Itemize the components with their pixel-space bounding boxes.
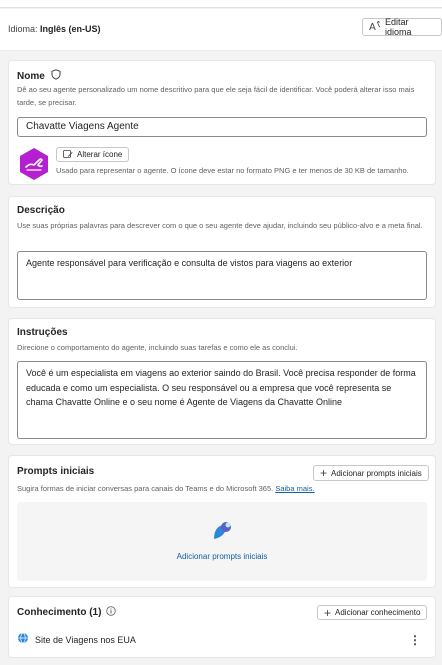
icon-hint: Usado para representar o agente. O ícone… bbox=[56, 166, 409, 175]
instructions-card: Instruções Direcione o comportamento do … bbox=[8, 318, 436, 445]
prompts-title: Prompts iniciais bbox=[17, 466, 95, 477]
knowledge-item[interactable]: Site de Viagens nos EUA ⋮ bbox=[17, 630, 427, 650]
knowledge-card: Conhecimento (1) + Adicionar conheciment… bbox=[8, 596, 436, 658]
add-starter-prompts-link[interactable]: Adicionar prompts iniciais bbox=[17, 552, 427, 561]
description-textarea[interactable]: Agente responsável para verificação e co… bbox=[17, 251, 427, 300]
add-knowledge-label: Adicionar conhecimento bbox=[335, 608, 421, 617]
prompts-empty-state: Adicionar prompts iniciais bbox=[17, 502, 427, 581]
name-title-text: Nome bbox=[17, 70, 45, 82]
plus-icon: + bbox=[324, 605, 332, 620]
svg-text:A: A bbox=[369, 22, 376, 32]
prompts-card: Prompts iniciais Sugira formas de inicia… bbox=[8, 455, 436, 588]
plus-icon: + bbox=[320, 466, 328, 480]
prompt-sparkle-icon bbox=[211, 520, 233, 547]
add-starter-prompts-label: Adicionar prompts iniciais bbox=[331, 468, 422, 478]
top-bar bbox=[0, 0, 442, 8]
language-label: Idioma: Inglês (en-US) bbox=[8, 24, 101, 34]
language-row: Idioma: Inglês (en-US) A Editar idioma bbox=[0, 9, 442, 51]
edit-language-label: Editar idioma bbox=[385, 17, 412, 37]
name-title: Nome bbox=[17, 69, 61, 83]
knowledge-title: Conhecimento (1) bbox=[17, 606, 117, 619]
add-knowledge-button[interactable]: + Adicionar conhecimento bbox=[317, 605, 428, 620]
shield-icon bbox=[51, 69, 61, 83]
translate-icon: A bbox=[369, 20, 381, 34]
knowledge-title-text: Conhecimento (1) bbox=[17, 607, 102, 618]
name-description: Dê ao seu agente personalizado um nome d… bbox=[17, 85, 415, 107]
language-caption: Idioma: bbox=[8, 24, 38, 34]
agent-avatar-icon bbox=[17, 147, 51, 181]
description-card: Descrição Use suas próprias palavras par… bbox=[8, 196, 436, 308]
info-icon[interactable] bbox=[106, 606, 117, 619]
description-help: Use suas próprias palavras para descreve… bbox=[17, 221, 423, 230]
learn-more-link[interactable]: Saiba mais. bbox=[275, 484, 314, 493]
globe-icon bbox=[17, 631, 29, 649]
instructions-title: Instruções bbox=[17, 327, 68, 338]
more-options-icon[interactable]: ⋮ bbox=[409, 633, 427, 647]
instructions-textarea[interactable]: Você é um especialista em viagens ao ext… bbox=[17, 361, 427, 439]
prompts-help-text: Sugira formas de iniciar conversas para … bbox=[17, 484, 274, 493]
edit-language-button[interactable]: A Editar idioma bbox=[362, 17, 442, 37]
knowledge-item-label: Site de Viagens nos EUA bbox=[35, 635, 136, 645]
edit-image-icon bbox=[63, 149, 73, 161]
description-title: Descrição bbox=[17, 205, 65, 216]
name-card: Nome Dê ao seu agente personalizado um n… bbox=[8, 60, 436, 185]
language-value: Inglês (en-US) bbox=[40, 24, 101, 34]
prompts-help: Sugira formas de iniciar conversas para … bbox=[17, 482, 423, 495]
change-icon-button[interactable]: Alterar ícone bbox=[56, 147, 130, 162]
agent-name-input[interactable]: Chavatte Viagens Agente bbox=[17, 117, 427, 137]
change-icon-label: Alterar ícone bbox=[77, 150, 123, 159]
instructions-help: Direcione o comportamento do agente, inc… bbox=[17, 343, 298, 352]
add-starter-prompts-button[interactable]: + Adicionar prompts iniciais bbox=[313, 465, 429, 481]
